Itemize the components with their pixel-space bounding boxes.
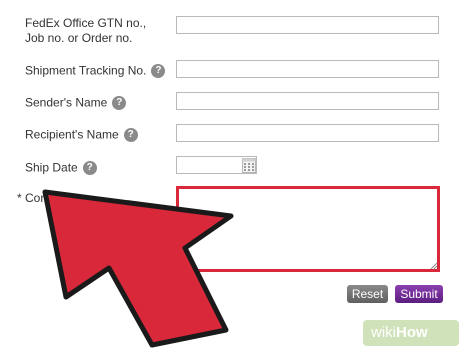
sender-label-text: Sender's Name <box>25 95 108 110</box>
reset-button[interactable]: Reset <box>347 285 388 303</box>
question-circle-icon[interactable]: ? <box>112 95 127 110</box>
recipient-input[interactable] <box>176 124 439 142</box>
calendar-icon[interactable] <box>242 157 256 173</box>
watermark-part1: wiki <box>371 324 396 341</box>
comments-label-text: Comments <box>25 191 84 205</box>
gtn-label: FedEx Office GTN no., Job no. or Order n… <box>25 16 146 46</box>
ship-date-label-text: Ship Date <box>25 160 78 175</box>
sender-label: Sender's Name? <box>25 95 127 110</box>
gtn-label-line2: Job no. or Order no. <box>25 31 133 45</box>
tracking-label-text: Shipment Tracking No. <box>25 63 147 78</box>
comments-label: * Comments <box>17 191 83 205</box>
tracking-label: Shipment Tracking No.? <box>25 63 166 78</box>
comments-textarea[interactable] <box>176 186 440 272</box>
watermark-logo: wikiHow <box>371 324 428 342</box>
watermark-part2: How <box>396 324 428 341</box>
tracking-input[interactable] <box>176 60 439 78</box>
question-circle-icon[interactable]: ? <box>151 63 166 78</box>
gtn-input[interactable] <box>176 16 439 34</box>
submit-button[interactable]: Submit <box>395 285 443 303</box>
gtn-label-line1: FedEx Office GTN no., <box>25 16 147 30</box>
required-marker: * <box>17 191 22 205</box>
question-circle-icon[interactable]: ? <box>82 160 97 175</box>
sender-input[interactable] <box>176 92 439 110</box>
recipient-label: Recipient's Name? <box>25 127 138 142</box>
recipient-label-text: Recipient's Name <box>25 127 119 142</box>
question-circle-icon[interactable]: ? <box>123 127 138 142</box>
resize-grip-icon[interactable] <box>430 262 438 270</box>
ship-date-label: Ship Date? <box>25 160 97 175</box>
